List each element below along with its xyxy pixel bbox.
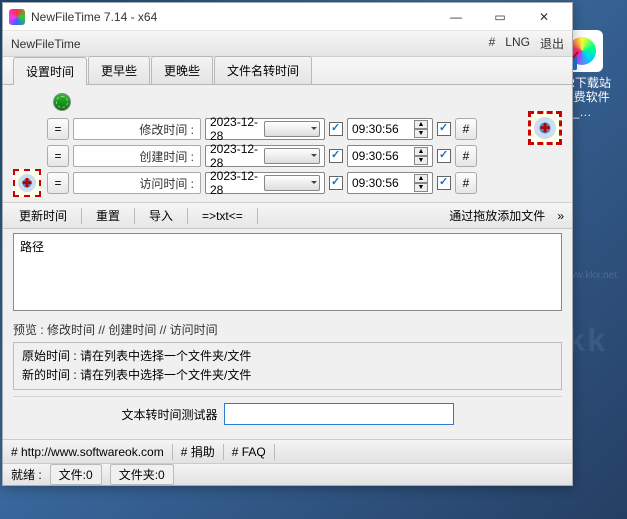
import-button[interactable]: 导入 [141,204,181,227]
footer-bar: # http://www.softwareok.com # 捐助 # FAQ [3,439,572,463]
calendar-icon[interactable] [264,121,320,137]
spinner-icon[interactable]: ▲▼ [414,147,428,165]
footer-faq[interactable]: # FAQ [232,445,266,459]
hash-button-access[interactable]: # [455,172,477,194]
reset-button[interactable]: 重置 [88,204,128,227]
time-settings-panel: = 修改时间 : 2023-12-28 09:30:56▲▼ # = 创建时间 … [3,85,572,203]
maximize-button[interactable]: ▭ [478,3,522,31]
equal-button-access[interactable]: = [47,172,69,194]
modify-date-input[interactable]: 2023-12-28 [205,118,325,140]
status-folder-count: 文件夹:0 [110,464,174,485]
hash-button-create[interactable]: # [455,145,477,167]
preview-label: 预览 : 修改时间 // 创建时间 // 访问时间 [3,317,572,340]
access-date-input[interactable]: 2023-12-28 [205,172,325,194]
status-ready: 就绪 : [11,466,42,483]
list-toolbar: 更新时间 重置 导入 =>txt<= 通过拖放添加文件 » [3,203,572,229]
drag-target-icon[interactable] [528,111,562,145]
chevron-right-icon[interactable]: » [557,209,564,223]
tab-set-time[interactable]: 设置时间 [13,57,87,85]
status-file-count: 文件:0 [50,464,102,485]
calendar-icon[interactable] [264,148,320,164]
tab-earlier[interactable]: 更早些 [88,56,150,84]
text-to-time-tester: 文本转时间测试器 [13,396,562,435]
app-name-label: NewFileTime [11,37,489,51]
create-date-input[interactable]: 2023-12-28 [205,145,325,167]
time-info-box: 原始时间 : 请在列表中选择一个文件夹/文件 新的时间 : 请在列表中选择一个文… [13,342,562,390]
hash-button-modify[interactable]: # [455,118,477,140]
client-area: 设置时间 更早些 更晚些 文件名转时间 = 修改时间 : 2023-12-28 … [3,57,572,439]
export-txt-button[interactable]: =>txt<= [194,206,251,226]
tester-input[interactable] [224,403,454,425]
spinner-icon[interactable]: ▲▼ [414,120,428,138]
modify-time-row: = 修改时间 : 2023-12-28 09:30:56▲▼ # [13,118,562,140]
create-time-label: 创建时间 : [73,145,201,167]
app-window: NewFileTime 7.14 - x64 ― ▭ ✕ NewFileTime… [2,2,573,486]
create-time-row: = 创建时间 : 2023-12-28 09:30:56▲▼ # [13,145,562,167]
access-date-checkbox[interactable] [329,176,343,190]
spinner-icon[interactable]: ▲▼ [414,174,428,192]
drag-source-icon[interactable] [13,169,41,197]
file-list[interactable]: 路径 [13,233,562,311]
original-time-label: 原始时间 : 请在列表中选择一个文件夹/文件 [22,347,553,366]
menu-hash[interactable]: # [489,35,496,52]
modify-time-input[interactable]: 09:30:56▲▼ [347,118,433,140]
equal-button-create[interactable]: = [47,145,69,167]
modify-date-checkbox[interactable] [329,122,343,136]
create-time-checkbox[interactable] [437,149,451,163]
footer-url[interactable]: # http://www.softwareok.com [11,445,164,459]
equal-button-modify[interactable]: = [47,118,69,140]
access-time-label: 访问时间 : [73,172,201,194]
update-time-button[interactable]: 更新时间 [11,204,75,227]
app-icon [9,9,25,25]
menu-lng[interactable]: LNG [505,35,530,52]
tab-name-to-time[interactable]: 文件名转时间 [214,56,312,84]
modify-time-label: 修改时间 : [73,118,201,140]
access-time-row: = 访问时间 : 2023-12-28 09:30:56▲▼ # [13,172,562,194]
new-time-label: 新的时间 : 请在列表中选择一个文件夹/文件 [22,366,553,385]
menubar: NewFileTime # LNG 退出 [3,31,572,57]
calendar-icon[interactable] [264,175,320,191]
tabs: 设置时间 更早些 更晚些 文件名转时间 [3,57,572,85]
footer-donate[interactable]: # 捐助 [181,443,215,460]
create-time-input[interactable]: 09:30:56▲▼ [347,145,433,167]
list-column-header: 路径 [20,238,555,255]
tab-later[interactable]: 更晚些 [151,56,213,84]
add-by-drag-button[interactable]: 通过拖放添加文件 [441,204,553,227]
create-date-checkbox[interactable] [329,149,343,163]
minimize-button[interactable]: ― [434,3,478,31]
access-time-checkbox[interactable] [437,176,451,190]
status-bar: 就绪 : 文件:0 文件夹:0 [3,463,572,485]
close-button[interactable]: ✕ [522,3,566,31]
access-time-input[interactable]: 09:30:56▲▼ [347,172,433,194]
modify-time-checkbox[interactable] [437,122,451,136]
globe-icon[interactable] [53,93,71,111]
menu-exit[interactable]: 退出 [540,35,564,52]
tester-label: 文本转时间测试器 [121,406,217,423]
window-title: NewFileTime 7.14 - x64 [31,10,434,24]
titlebar[interactable]: NewFileTime 7.14 - x64 ― ▭ ✕ [3,3,572,31]
